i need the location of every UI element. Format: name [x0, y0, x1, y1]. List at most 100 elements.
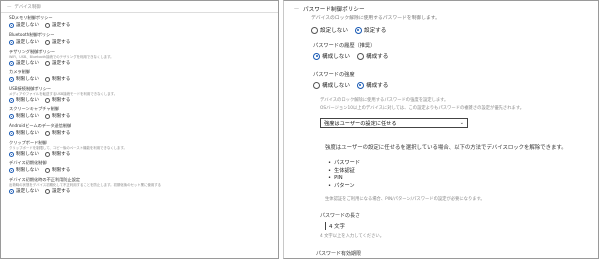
radio-icon[interactable] [44, 130, 50, 136]
setting-option[interactable]: 制限する [44, 76, 70, 82]
password-policy-header[interactable]: — パスワード制御ポリシー [294, 5, 365, 13]
radio-icon[interactable] [311, 26, 318, 34]
radio-label: 制限しない [16, 98, 39, 103]
setting-option[interactable]: 制限しない [9, 97, 39, 103]
radio-icon[interactable] [44, 113, 50, 119]
radio-label: 設定しない [16, 40, 39, 45]
device-control-title: デバイス制御 [14, 5, 41, 10]
radio-selected-icon[interactable] [356, 81, 364, 89]
setting-radio-group: 制限しない 制限する [9, 167, 70, 173]
setting-option[interactable]: 設定しない [9, 22, 39, 28]
unlock-methods-list: パスワード 生体認証 PIN パターン [328, 160, 360, 190]
strength-os-note: OSバージョン10以上のデバイスに対しては、この設定よりもパスワードの複雑さの設… [320, 106, 524, 111]
strength-select-value: 強度はユーザーの設定に任せる [324, 120, 397, 127]
radio-label: 構成する [365, 83, 389, 89]
unlock-methods-info: 強度はユーザーの設定に任せるを選択している場合、以下の方法でデバイスロックを解除… [325, 145, 567, 151]
radio-selected-icon[interactable] [9, 188, 14, 194]
radio-selected-icon[interactable] [9, 22, 14, 28]
setting-radio-group: 制限しない 制限する [9, 76, 70, 82]
divider [1, 12, 278, 13]
setting-radio-group: 設定しない 設定する [9, 60, 70, 66]
password-strength-option-on[interactable]: 構成する [356, 81, 389, 89]
radio-selected-icon[interactable] [354, 26, 362, 34]
radio-icon[interactable] [44, 151, 50, 157]
setting-section: Androidビームのデータ送信制御 制限しない 制限する [9, 122, 276, 139]
setting-radio-group: 設定しない 設定する [9, 22, 70, 28]
radio-icon[interactable] [356, 52, 364, 60]
radio-selected-icon[interactable] [9, 39, 14, 45]
password-history-label: パスワードの履歴（推奨） [313, 43, 376, 49]
setting-option[interactable]: 設定する [44, 188, 71, 194]
radio-selected-icon[interactable] [9, 167, 14, 173]
radio-label: 制限する [51, 98, 71, 103]
password-length-value: 4 文字 [329, 224, 345, 230]
chevron-icon: — [7, 4, 12, 10]
radio-label: 制限しない [16, 114, 39, 119]
setting-option[interactable]: 制限しない [9, 113, 39, 119]
setting-option[interactable]: 設定しない [9, 188, 39, 194]
password-policy-option-off[interactable]: 設定しない [311, 26, 348, 34]
setting-description: メディアやファイルを転送するUSB接続モードを利用できなくします。 [9, 92, 118, 96]
radio-label: 構成する [365, 54, 389, 60]
setting-section: カメラ制御 制限しない 制限する [9, 68, 276, 85]
password-strength-option-off[interactable]: 構成しない [313, 81, 350, 89]
setting-option[interactable]: 設定する [44, 39, 70, 45]
password-policy-description: デバイスのロック解除に使用するパスワードを制御します。 [311, 16, 440, 21]
radio-selected-icon[interactable] [9, 113, 14, 119]
radio-label: 設定しない [320, 28, 348, 34]
setting-description: 出荷時の状態をデバイス初期化して不正利用することを防止します。初期化後のセット業… [9, 183, 162, 187]
radio-icon[interactable] [44, 188, 50, 194]
radio-icon[interactable] [44, 60, 50, 66]
radio-icon[interactable] [44, 167, 50, 173]
setting-option[interactable]: 設定しない [9, 60, 39, 66]
password-policy-panel: — パスワード制御ポリシー デバイスのロック解除に使用するパスワードを制御します… [283, 0, 599, 259]
setting-option[interactable]: 設定する [44, 22, 70, 28]
strength-select[interactable]: 強度はユーザーの設定に任せる ⌄ [320, 118, 468, 128]
setting-option[interactable]: 制限しない [9, 167, 39, 173]
setting-section: USB接続制御ポリシー メディアやファイルを転送するUSB接続モードを利用できなく… [9, 85, 276, 105]
password-policy-radio-group: 設定しない 設定する [311, 26, 386, 34]
setting-option[interactable]: 設定する [44, 60, 70, 66]
radio-selected-icon[interactable] [9, 60, 14, 66]
setting-title: Androidビームのデータ送信制御 [9, 123, 72, 128]
list-item: 生体認証 [328, 168, 360, 176]
radio-selected-icon[interactable] [9, 130, 14, 136]
setting-option[interactable]: 制限する [44, 151, 70, 157]
radio-icon[interactable] [44, 22, 50, 28]
setting-option[interactable]: 制限しない [9, 130, 39, 136]
radio-label: 制限しない [16, 77, 39, 82]
setting-option[interactable]: 制限する [44, 130, 70, 136]
radio-icon[interactable] [44, 76, 50, 82]
setting-option[interactable]: 制限しない [9, 151, 39, 157]
strength-description: デバイスのロック解除に使用するパスワードの強度を設定します。 [320, 98, 449, 103]
setting-radio-group: 制限しない 制限する [9, 151, 70, 157]
radio-selected-icon[interactable] [9, 97, 14, 103]
password-length-field[interactable]: 4 文字 [325, 222, 345, 230]
setting-option[interactable]: 制限する [44, 167, 71, 173]
password-history-option-on[interactable]: 構成する [356, 52, 389, 60]
password-strength-radio-group: 構成しない 構成する [313, 81, 388, 89]
chevron-down-icon: ⌄ [459, 120, 464, 126]
radio-label: 設定しない [16, 23, 39, 28]
device-control-sections: SDメモリ制御ポリシー 設定しない 設定する Bluetooth制御ポリシー 設定しない… [9, 14, 276, 196]
radio-label: 設定する [363, 28, 387, 34]
device-control-header[interactable]: — デバイス制御 [7, 4, 41, 11]
password-history-option-off[interactable]: 構成しない [313, 52, 350, 60]
radio-icon[interactable] [44, 39, 50, 45]
radio-selected-icon[interactable] [9, 76, 14, 82]
radio-icon[interactable] [313, 81, 320, 89]
radio-icon[interactable] [44, 97, 50, 103]
radio-label: 制限しない [16, 152, 39, 157]
password-policy-title: パスワード制御ポリシー [303, 7, 365, 13]
password-policy-option-on[interactable]: 設定する [354, 26, 387, 34]
radio-label: 制限する [51, 114, 71, 119]
radio-selected-icon[interactable] [9, 151, 14, 157]
radio-selected-icon[interactable] [313, 52, 320, 60]
setting-option[interactable]: 制限する [44, 113, 71, 119]
radio-label: 制限する [51, 168, 71, 173]
setting-option[interactable]: 設定しない [9, 39, 39, 45]
list-item: PIN [328, 175, 360, 183]
setting-option[interactable]: 制限する [44, 97, 71, 103]
setting-option[interactable]: 制限しない [9, 76, 39, 82]
radio-label: 設定する [51, 189, 71, 194]
